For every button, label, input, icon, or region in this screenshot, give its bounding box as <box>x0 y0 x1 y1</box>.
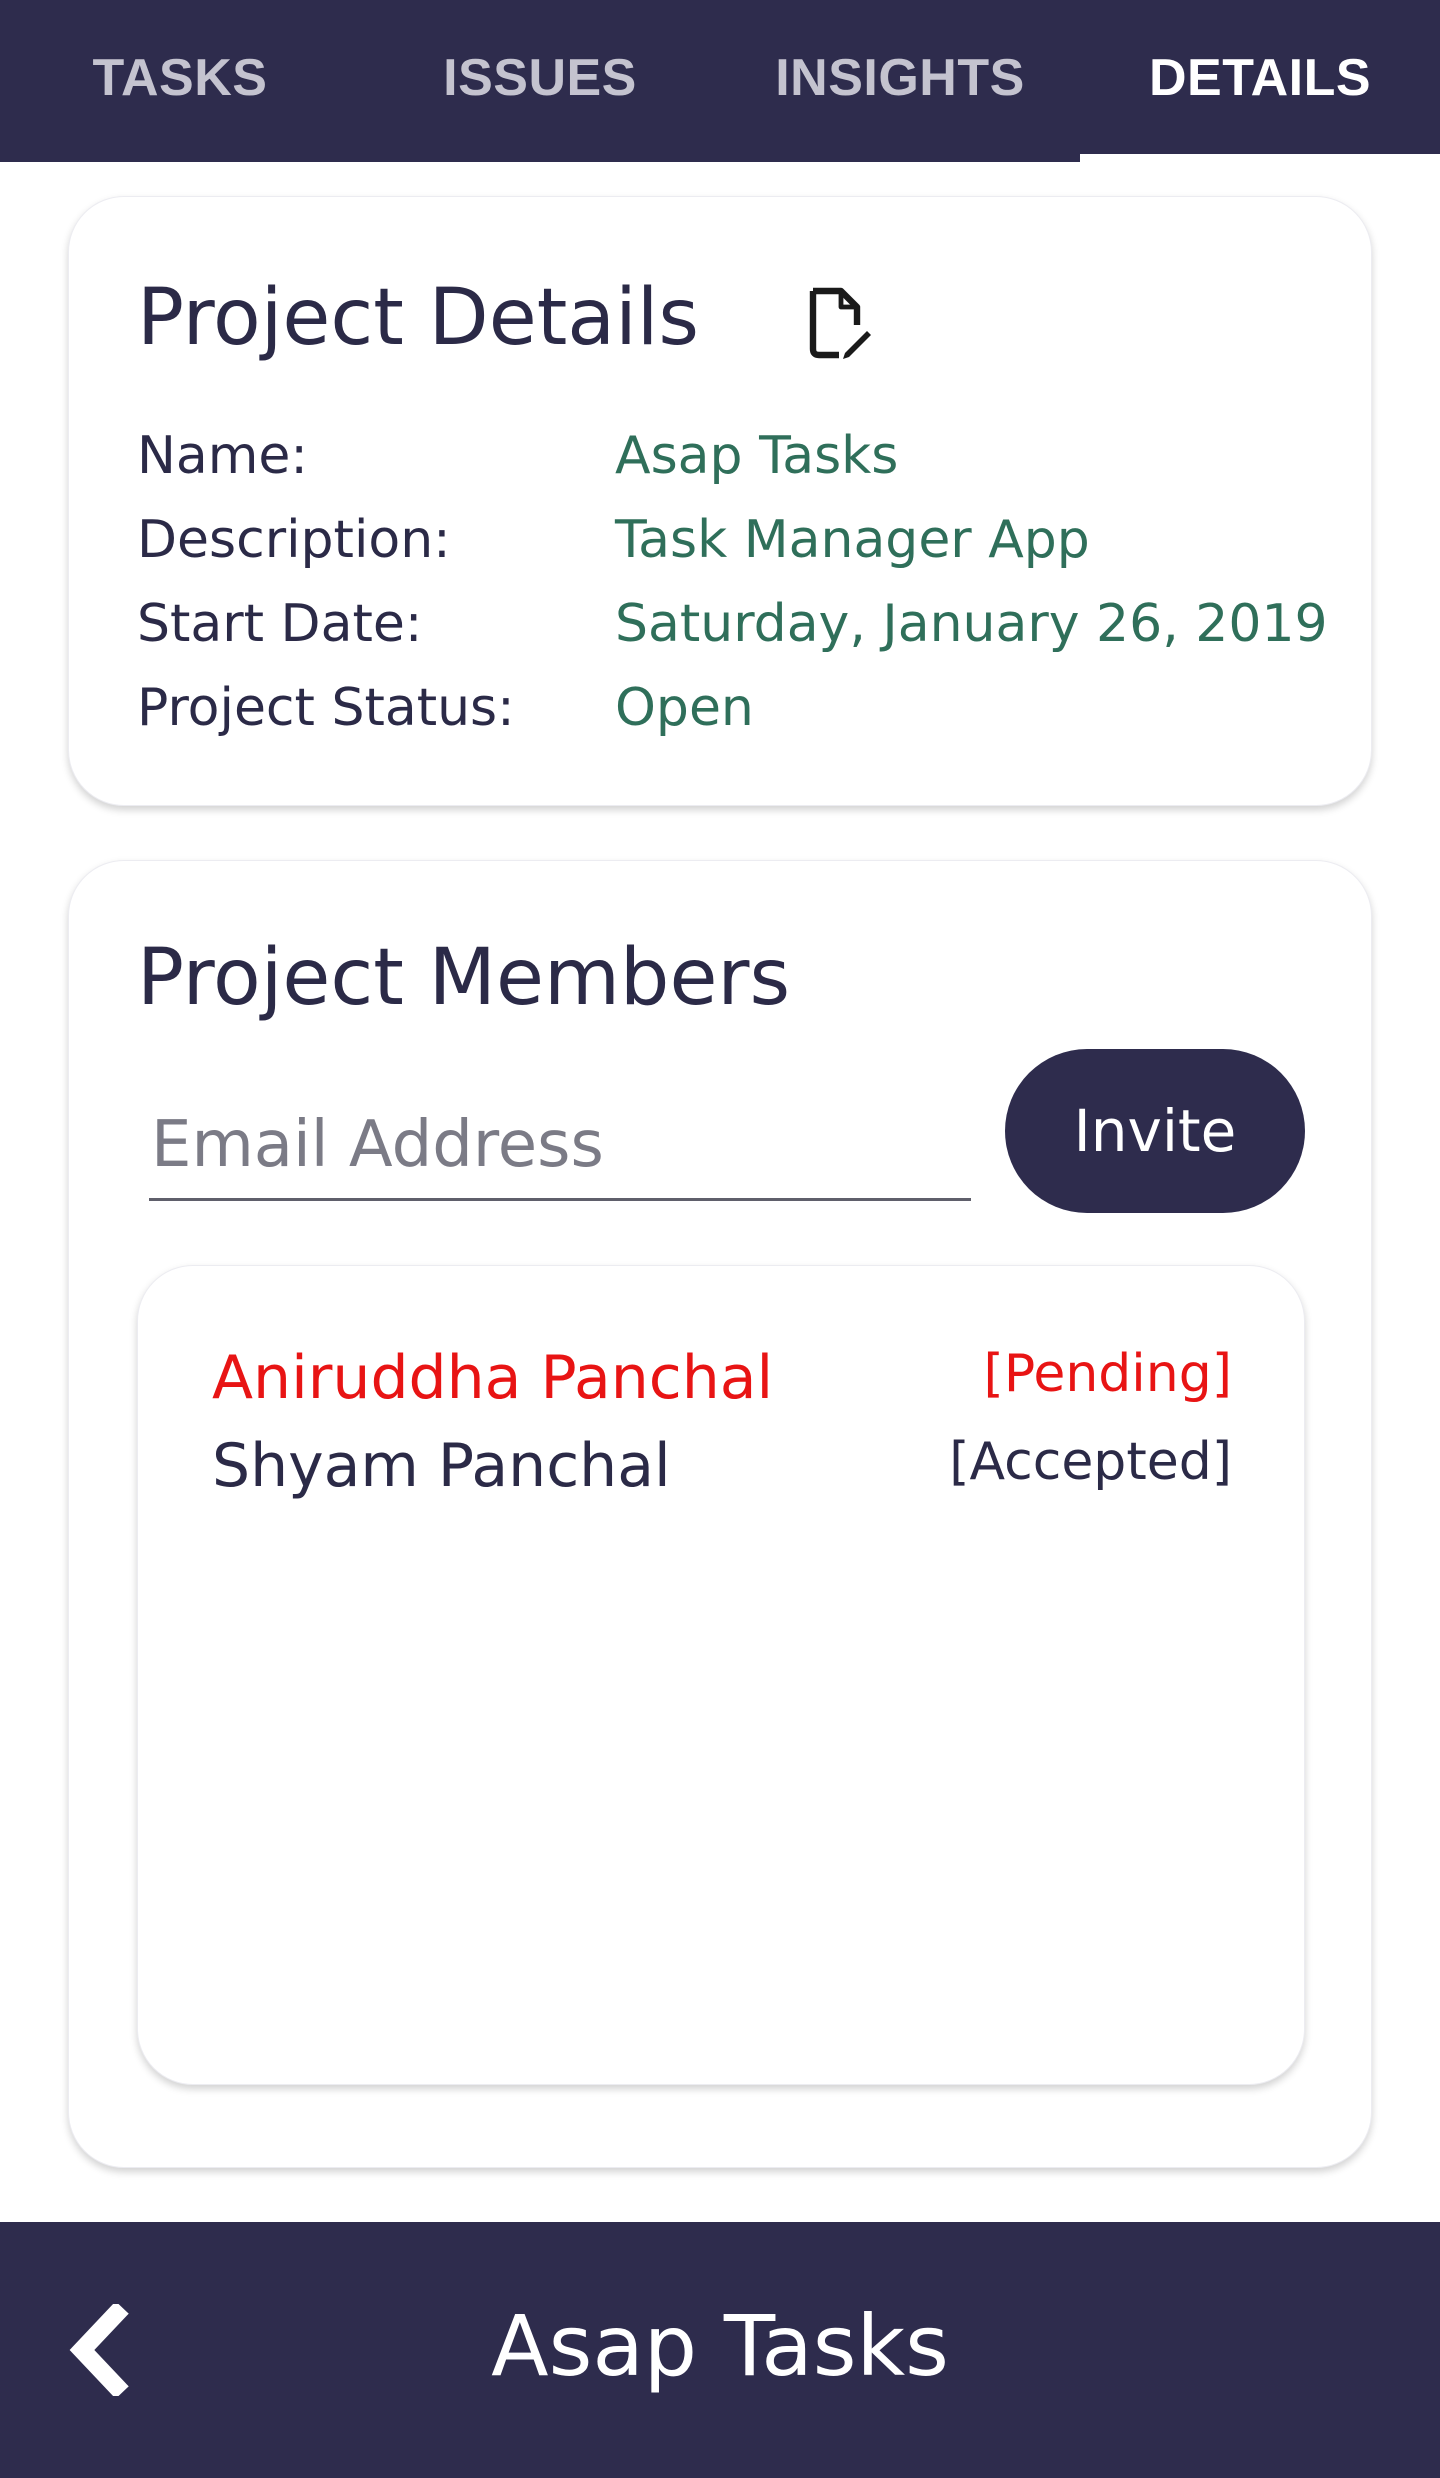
app-title: Asap Tasks <box>491 2297 949 2395</box>
chevron-left-icon[interactable] <box>60 2304 140 2396</box>
detail-row-name: Name: Asap Tasks <box>137 421 1337 491</box>
project-details-title: Project Details <box>137 273 700 363</box>
detail-row-description: Description: Task Manager App <box>137 505 1337 575</box>
invite-button[interactable]: Invite <box>1005 1049 1305 1213</box>
detail-row-status: Project Status: Open <box>137 673 1337 743</box>
bottom-app-bar: Asap Tasks <box>0 2222 1440 2478</box>
detail-label: Name: <box>137 426 308 486</box>
edit-document-icon[interactable] <box>797 285 877 365</box>
list-item[interactable]: Shyam Panchal [Accepted] <box>212 1426 1232 1506</box>
detail-label: Description: <box>137 510 451 570</box>
member-name: Shyam Panchal <box>212 1431 671 1501</box>
member-name: Aniruddha Panchal <box>212 1343 774 1413</box>
tab-insights[interactable]: INSIGHTS <box>720 0 1080 162</box>
project-members-title: Project Members <box>137 933 791 1023</box>
detail-label: Project Status: <box>137 678 515 738</box>
email-address-input[interactable] <box>149 1097 971 1201</box>
detail-label: Start Date: <box>137 594 423 654</box>
member-status-badge: [Accepted] <box>949 1432 1232 1492</box>
tab-tasks[interactable]: TASKS <box>0 0 360 162</box>
members-list: Aniruddha Panchal [Pending] Shyam Pancha… <box>137 1265 1305 2085</box>
detail-value-description: Task Manager App <box>615 510 1090 570</box>
tab-issues[interactable]: ISSUES <box>360 0 720 162</box>
project-members-card: Project Members Invite Aniruddha Panchal… <box>68 860 1372 2168</box>
active-tab-indicator <box>1080 154 1440 162</box>
detail-value-start-date: Saturday, January 26, 2019 <box>615 594 1328 654</box>
detail-row-start-date: Start Date: Saturday, January 26, 2019 <box>137 589 1337 659</box>
tab-details[interactable]: DETAILS <box>1080 0 1440 162</box>
detail-value-name: Asap Tasks <box>615 426 899 486</box>
project-details-card: Project Details Name: Asap Tasks Descrip… <box>68 196 1372 806</box>
detail-value-status: Open <box>615 678 754 738</box>
top-tab-bar: TASKS ISSUES INSIGHTS DETAILS <box>0 0 1440 162</box>
list-item[interactable]: Aniruddha Panchal [Pending] <box>212 1338 1232 1418</box>
member-status-badge: [Pending] <box>983 1344 1232 1404</box>
